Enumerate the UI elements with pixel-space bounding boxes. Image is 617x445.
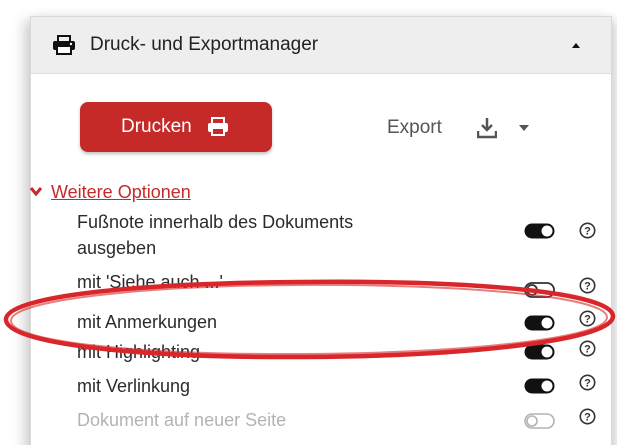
export-dropdown[interactable]: Export: [384, 113, 544, 143]
export-label: Export: [387, 117, 442, 138]
question-circle-icon[interactable]: ?: [579, 340, 596, 357]
question-circle-icon[interactable]: ?: [579, 310, 596, 327]
screenshot-stage: Druck- und Exportmanager Drucken Export: [0, 0, 617, 445]
option-label-highlighting: mit Highlighting: [77, 342, 201, 362]
print-button-label: Drucken: [121, 116, 192, 137]
toggle-linking[interactable]: [524, 378, 555, 394]
question-circle-icon[interactable]: ?: [579, 277, 596, 294]
more-options-label: Weitere Optionen: [51, 182, 191, 202]
printer-icon: [53, 35, 75, 55]
toggle-new-page: [524, 413, 555, 429]
toggle-highlighting[interactable]: [524, 344, 555, 360]
caret-down-icon: [519, 125, 529, 131]
toggle-annotations[interactable]: [524, 315, 555, 331]
svg-text:?: ?: [584, 378, 591, 390]
question-circle-icon[interactable]: ?: [579, 222, 596, 239]
panel-title: Druck- und Exportmanager: [90, 34, 319, 55]
panel-header[interactable]: Druck- und Exportmanager: [31, 17, 611, 74]
printer-icon: [208, 117, 228, 136]
print-export-panel: Druck- und Exportmanager Drucken Export: [29, 16, 612, 445]
svg-text:?: ?: [584, 344, 591, 356]
toggle-see-also[interactable]: [524, 282, 555, 298]
caret-up-icon[interactable]: [569, 39, 583, 51]
chevron-down-icon: [29, 187, 43, 197]
svg-text:?: ?: [584, 281, 591, 293]
option-label-see-also: mit 'Siehe auch ...': [77, 272, 223, 292]
question-circle-icon[interactable]: ?: [579, 374, 596, 391]
print-button[interactable]: Drucken: [80, 102, 272, 152]
svg-text:?: ?: [584, 314, 591, 326]
toggle-footnote[interactable]: [524, 223, 555, 239]
option-label-footnote-line2: ausgeben: [77, 238, 157, 258]
option-label-annotations: mit Anmerkungen: [77, 312, 218, 332]
svg-text:?: ?: [584, 412, 591, 424]
question-circle-icon[interactable]: ?: [579, 408, 596, 425]
svg-text:?: ?: [584, 226, 591, 238]
option-label-new-page: Dokument auf neuer Seite: [77, 410, 287, 430]
option-label-footnote-line1: Fußnote innerhalb des Dokuments: [77, 212, 354, 232]
download-icon: [477, 118, 497, 139]
option-label-linking: mit Verlinkung: [77, 376, 191, 396]
